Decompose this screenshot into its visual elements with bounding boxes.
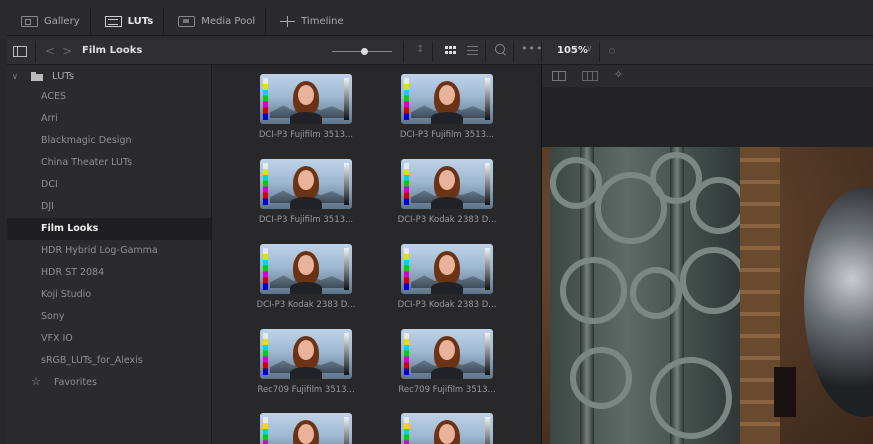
lut-caption: DCI-P3 Kodak 2383 D... xyxy=(397,300,497,310)
tab-timeline[interactable]: Timeline xyxy=(266,8,354,35)
sidebar-item-dji[interactable]: DJI xyxy=(7,196,211,218)
sidebar-item-label: sRGB_LUTs_for_Alexis xyxy=(41,355,143,366)
sidebar-item-koji-studio[interactable]: Koji Studio xyxy=(7,284,211,306)
sidebar-item-label: HDR ST 2084 xyxy=(41,267,105,278)
viewer-letterbox xyxy=(542,87,873,147)
sidebar-item-dci[interactable]: DCI xyxy=(7,174,211,196)
sidebar-item-label: VFX IO xyxy=(41,333,73,344)
sort-button[interactable]: ↕ xyxy=(416,44,424,55)
lut-caption: DCI-P3 Fujifilm 3513... xyxy=(258,130,354,140)
lut-thumbnail[interactable] xyxy=(260,329,352,379)
divider xyxy=(513,41,514,62)
sidebar-item-label: DJI xyxy=(41,201,54,212)
viewer-panel: ✧ xyxy=(541,65,873,444)
lut-folder-sidebar: ∨ LUTs ACES Arri Blackmagic Design China… xyxy=(7,65,212,444)
lut-caption: DCI-P3 Fujifilm 3513... xyxy=(258,215,354,225)
sidebar-item-label: Koji Studio xyxy=(41,289,92,300)
folder-title: Film Looks xyxy=(82,45,143,56)
sidebar-item-hdr-hybrid-log-gamma[interactable]: HDR Hybrid Log-Gamma xyxy=(7,240,211,262)
sidebar-item-label: Blackmagic Design xyxy=(41,135,132,146)
magic-wand-icon[interactable]: ✧ xyxy=(614,68,623,81)
sidebar-item-label: China Theater LUTs xyxy=(41,157,133,168)
lut-caption: DCI-P3 Kodak 2383 D... xyxy=(397,215,497,225)
sidebar-item-srgb-luts-for-alexis[interactable]: sRGB_LUTs_for_Alexis xyxy=(7,350,211,372)
lut-caption: Rec709 Fujifilm 3513... xyxy=(257,385,355,395)
armor-image-region xyxy=(804,187,873,417)
back-button[interactable]: < xyxy=(45,44,55,58)
tab-media-pool-label: Media Pool xyxy=(201,16,256,27)
list-view-icon[interactable] xyxy=(467,46,478,55)
sidebar-item-vfx-io[interactable]: VFX IO xyxy=(7,328,211,350)
sidebar-item-label: Film Looks xyxy=(41,223,99,234)
divider xyxy=(541,41,542,62)
sidebar-item-label: Favorites xyxy=(54,377,97,388)
iron-door-image-region xyxy=(550,147,747,444)
tab-timeline-label: Timeline xyxy=(301,16,344,27)
viewer-image[interactable] xyxy=(542,147,873,444)
lut-caption: DCI-P3 Fujifilm 3513... xyxy=(399,130,495,140)
divider xyxy=(35,41,36,62)
lut-thumbnail[interactable] xyxy=(401,413,493,444)
media-pool-icon xyxy=(178,16,196,27)
sidebar-item-label: ACES xyxy=(41,91,66,102)
chevron-down-icon[interactable]: ∨ xyxy=(586,44,593,54)
sidebar-item-film-looks[interactable]: Film Looks xyxy=(7,218,211,240)
lut-thumbnail[interactable] xyxy=(401,244,493,294)
tab-gallery-label: Gallery xyxy=(44,16,80,27)
divider xyxy=(485,41,486,62)
lut-thumbnail[interactable] xyxy=(260,244,352,294)
sidebar-item-sony[interactable]: Sony xyxy=(7,306,211,328)
slider-knob[interactable] xyxy=(361,48,368,55)
sidebar-root-label: LUTs xyxy=(52,71,75,82)
divider xyxy=(432,41,433,62)
lut-thumbnail-grid: DCI-P3 Fujifilm 3513... DCI-P3 Fujifilm … xyxy=(212,65,540,444)
lut-thumbnail[interactable] xyxy=(260,413,352,444)
sidebar-item-china-theater-luts[interactable]: China Theater LUTs xyxy=(7,152,211,174)
sidebar-item-blackmagic-design[interactable]: Blackmagic Design xyxy=(7,130,211,152)
grid-view-icon[interactable] xyxy=(445,46,457,55)
folder-icon xyxy=(31,72,43,81)
split-viewer-icon[interactable] xyxy=(582,71,598,81)
lut-thumbnail[interactable] xyxy=(260,159,352,209)
luts-icon xyxy=(104,16,122,27)
sidebar-item-aces[interactable]: ACES xyxy=(7,86,211,108)
sidebar-item-favorites[interactable]: ☆ Favorites xyxy=(7,372,211,394)
sidebar-item-hdr-st-2084[interactable]: HDR ST 2084 xyxy=(7,262,211,284)
page-tab-bar: Gallery LUTs Media Pool Timeline xyxy=(0,0,873,39)
single-viewer-icon[interactable] xyxy=(552,71,566,81)
sidebar-item-label: Sony xyxy=(41,311,65,322)
sidebar-root-luts[interactable]: ∨ LUTs xyxy=(7,68,211,87)
lut-caption: DCI-P3 Kodak 2383 D... xyxy=(256,300,356,310)
sidebar-item-label: Arri xyxy=(41,113,58,124)
tab-media-pool[interactable]: Media Pool xyxy=(164,8,267,35)
lut-thumbnail[interactable] xyxy=(401,74,493,124)
tab-luts-label: LUTs xyxy=(127,16,154,27)
gallery-icon xyxy=(21,16,38,27)
lut-thumbnail[interactable] xyxy=(401,159,493,209)
lut-thumbnail[interactable] xyxy=(401,329,493,379)
sidebar-item-label: DCI xyxy=(41,179,58,190)
thumbnail-size-slider[interactable] xyxy=(332,48,392,55)
sidebar-item-arri[interactable]: Arri xyxy=(7,108,211,130)
zoom-reset-icon[interactable] xyxy=(609,48,615,54)
star-icon: ☆ xyxy=(31,375,41,388)
viewer-toolbar: ✧ xyxy=(542,65,873,87)
divider xyxy=(599,41,600,62)
divider xyxy=(403,41,404,62)
zoom-level[interactable]: 105% xyxy=(557,45,588,56)
image-shadow-region xyxy=(774,367,796,417)
search-icon[interactable] xyxy=(495,44,505,54)
lut-caption: Rec709 Fujifilm 3513... xyxy=(398,385,496,395)
chevron-down-icon[interactable]: ∨ xyxy=(12,72,18,81)
lut-thumbnail[interactable] xyxy=(260,74,352,124)
forward-button[interactable]: > xyxy=(62,44,72,58)
lut-browser-toolbar: < > Film Looks ↕ ••• 105% ∨ xyxy=(7,39,873,65)
sidebar-item-label: HDR Hybrid Log-Gamma xyxy=(41,245,158,256)
timeline-icon xyxy=(280,16,296,27)
tab-gallery[interactable]: Gallery xyxy=(7,8,91,35)
sidebar-toggle-icon[interactable] xyxy=(13,46,27,57)
tab-luts[interactable]: LUTs xyxy=(91,8,165,35)
